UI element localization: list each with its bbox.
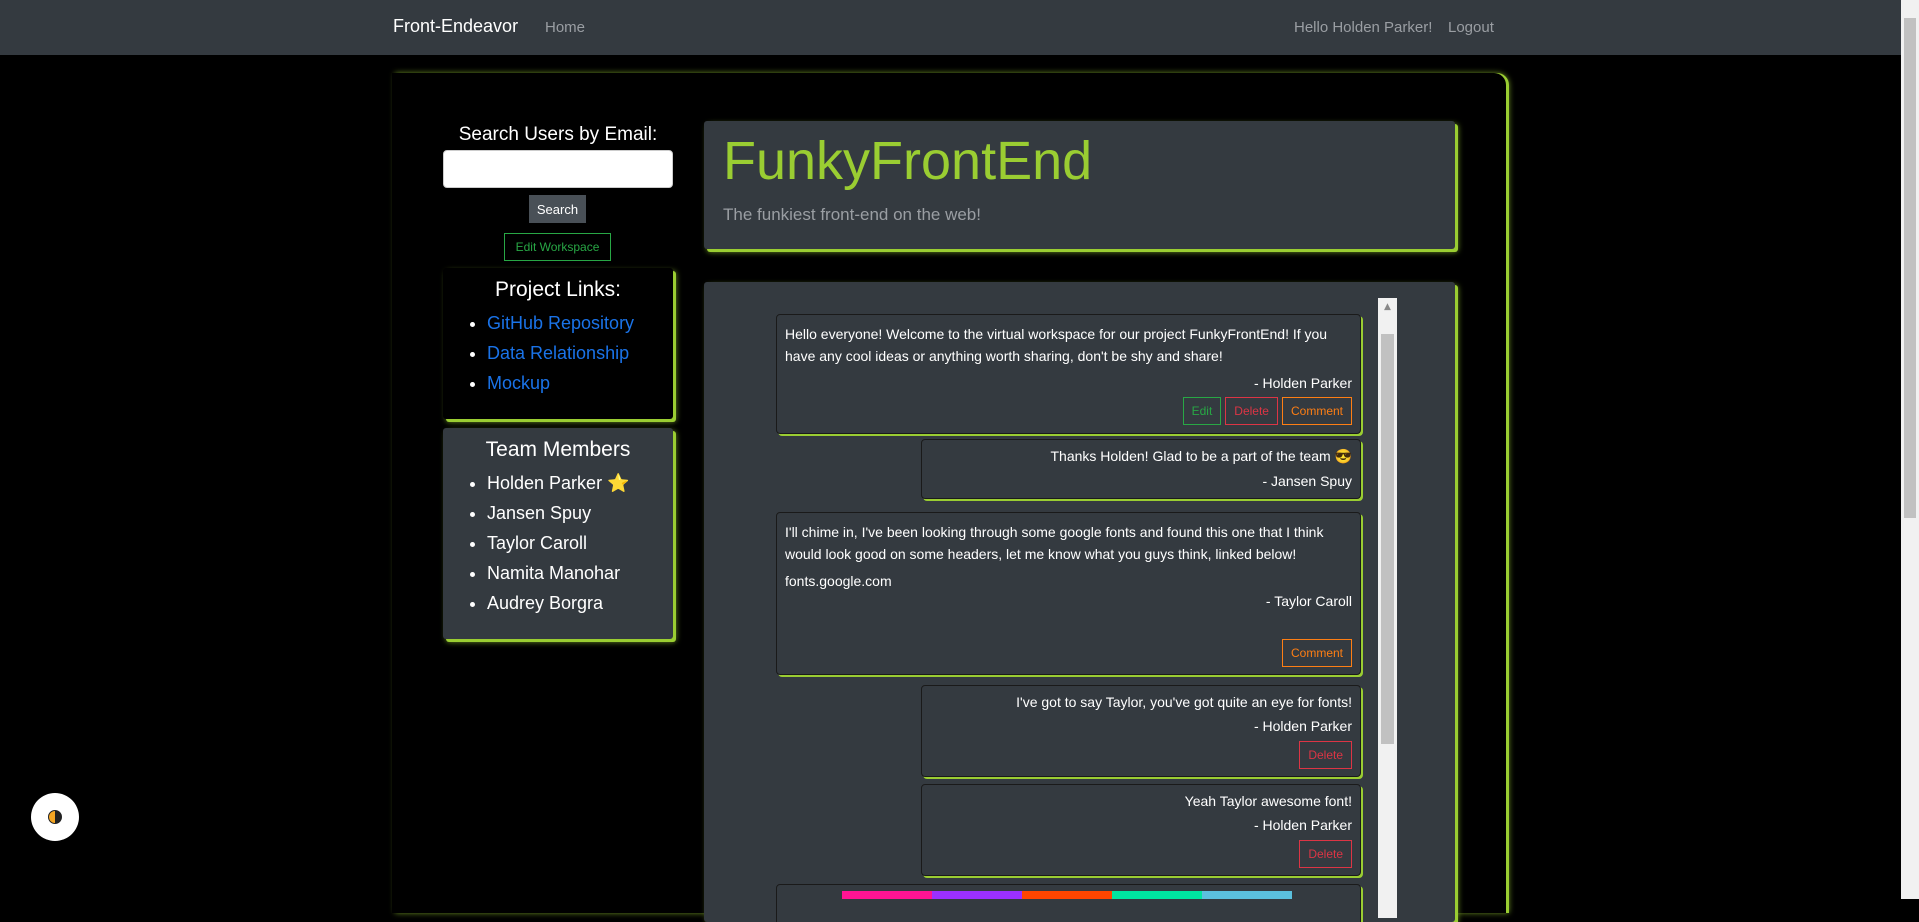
data-relationship-link[interactable]: Data Relationship	[487, 343, 629, 363]
page-tagline: The funkiest front-end on the web!	[723, 205, 981, 224]
post-author: - Holden Parker	[1253, 375, 1352, 391]
page-scrollbar[interactable]	[1901, 0, 1919, 899]
delete-button[interactable]: Delete	[1299, 741, 1352, 769]
contrast-icon	[48, 810, 62, 824]
team-member: Audrey Borgra	[487, 588, 673, 618]
post-text: Yeah Taylor awesome font!	[1184, 793, 1352, 809]
list-item: Data Relationship	[487, 338, 673, 368]
workspace-header: FunkyFrontEnd The funkiest front-end on …	[704, 121, 1455, 249]
post: I'll chime in, I've been looking through…	[776, 512, 1361, 675]
scroll-up-icon[interactable]: ▲	[1378, 298, 1397, 316]
team-member: Holden Parker ⭐	[487, 468, 673, 498]
team-member: Taylor Caroll	[487, 528, 673, 558]
page-scroll-thumb[interactable]	[1904, 18, 1916, 518]
brand-link[interactable]: Front-Endeavor	[393, 16, 518, 37]
color-swatch	[1202, 891, 1292, 899]
delete-button[interactable]: Delete	[1225, 397, 1278, 425]
post: Thanks Holden! Glad to be a part of the …	[921, 439, 1361, 499]
post-actions: Delete	[1299, 741, 1352, 769]
color-swatch	[842, 891, 932, 899]
delete-button[interactable]: Delete	[1299, 840, 1352, 868]
post-actions: Comment	[1281, 639, 1352, 667]
list-item: Mockup	[487, 368, 673, 398]
color-swatch	[932, 891, 1022, 899]
post-author: - Holden Parker	[1253, 718, 1352, 734]
navbar: Front-Endeavor Home Hello Holden Parker!…	[0, 0, 1919, 55]
post-text: Hello everyone! Welcome to the virtual w…	[785, 326, 1328, 364]
edit-button[interactable]: Edit	[1182, 397, 1222, 425]
post-text: I'll chime in, I've been looking through…	[785, 524, 1324, 562]
post-author: - Jansen Spuy	[1262, 473, 1353, 489]
team-members-title: Team Members	[485, 438, 631, 461]
theme-toggle-button[interactable]	[31, 793, 79, 841]
color-swatch	[1112, 891, 1202, 899]
edit-workspace-button[interactable]: Edit Workspace	[504, 233, 611, 261]
post: Hello everyone! Welcome to the virtual w…	[776, 314, 1361, 434]
comment-button[interactable]: Comment	[1281, 397, 1352, 425]
team-members-panel: Team Members Holden Parker ⭐ Jansen Spuy…	[443, 428, 673, 639]
team-member: Jansen Spuy	[487, 498, 673, 528]
mockup-link[interactable]: Mockup	[487, 373, 550, 393]
project-links-title: Project Links:	[494, 278, 622, 301]
post-author: - Taylor Caroll	[1265, 593, 1352, 609]
project-links-list: GitHub Repository Data Relationship Mock…	[487, 308, 673, 398]
color-strip	[842, 891, 1292, 899]
github-repository-link[interactable]: GitHub Repository	[487, 313, 634, 333]
list-item: GitHub Repository	[487, 308, 673, 338]
nav-home-link[interactable]: Home	[545, 19, 585, 36]
search-button[interactable]: Search	[529, 195, 586, 223]
color-swatch	[1022, 891, 1112, 899]
post	[776, 884, 1361, 922]
post-actions: Edit Delete Comment	[1182, 397, 1352, 425]
page-title: FunkyFrontEnd	[723, 131, 1093, 191]
post-author: - Holden Parker	[1253, 817, 1352, 833]
post-link[interactable]: fonts.google.com	[785, 573, 1352, 589]
logout-link[interactable]: Logout	[1448, 19, 1494, 36]
comment-button[interactable]: Comment	[1281, 639, 1352, 667]
search-input[interactable]	[443, 150, 673, 188]
project-links-panel: Project Links: GitHub Repository Data Re…	[443, 268, 673, 419]
feed-scrollbar[interactable]: ▲	[1378, 298, 1397, 918]
scroll-thumb[interactable]	[1381, 334, 1394, 744]
post-text: I've got to say Taylor, you've got quite…	[1016, 694, 1352, 710]
user-greeting[interactable]: Hello Holden Parker!	[1294, 19, 1432, 36]
post: I've got to say Taylor, you've got quite…	[921, 685, 1361, 777]
search-label: Search Users by Email:	[458, 124, 658, 145]
team-members-list: Holden Parker ⭐ Jansen Spuy Taylor Carol…	[487, 468, 673, 618]
message-feed: ▲ Hello everyone! Welcome to the virtual…	[704, 282, 1455, 922]
post-text: Thanks Holden! Glad to be a part of the …	[1050, 448, 1353, 464]
post: Yeah Taylor awesome font! - Holden Parke…	[921, 784, 1361, 876]
team-member: Namita Manohar	[487, 558, 673, 588]
post-actions: Delete	[1299, 840, 1352, 868]
